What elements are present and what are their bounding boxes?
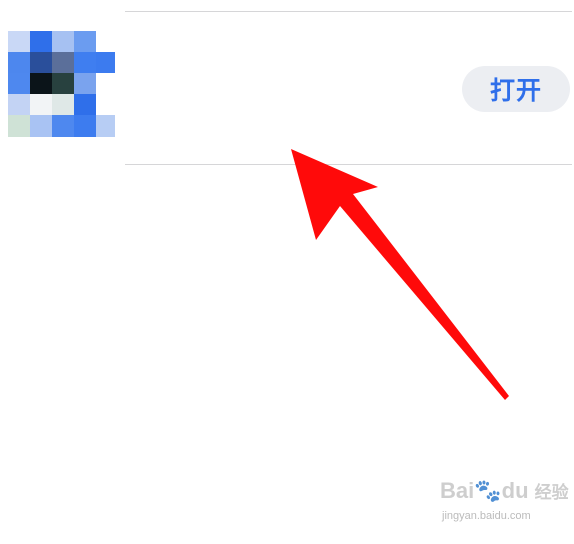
icon-pixel	[8, 94, 30, 115]
divider-top	[125, 11, 572, 12]
icon-pixel	[8, 52, 30, 73]
icon-pixel	[30, 31, 52, 52]
divider-bottom	[125, 164, 572, 165]
watermark-url: jingyan.baidu.com	[442, 510, 531, 522]
icon-pixel	[52, 94, 74, 115]
open-button[interactable]: 打开	[462, 66, 570, 112]
watermark-brand: Bai🐾du 经验	[440, 478, 569, 503]
icon-pixel	[52, 52, 74, 73]
icon-pixel	[30, 115, 52, 137]
icon-pixel	[52, 31, 74, 52]
icon-pixel	[30, 94, 52, 115]
icon-pixel	[74, 31, 96, 52]
icon-pixel	[30, 52, 52, 73]
icon-pixel	[74, 52, 96, 73]
icon-pixel	[52, 115, 74, 137]
icon-pixel	[74, 115, 96, 137]
icon-pixel	[30, 73, 52, 94]
paw-icon: 🐾	[474, 478, 502, 503]
icon-pixel	[8, 115, 30, 137]
icon-pixel	[74, 94, 96, 115]
icon-pixel	[96, 52, 115, 73]
arrow-shape	[291, 149, 509, 400]
baidu-jingyan-watermark: Bai🐾du 经验 jingyan.baidu.com	[438, 476, 569, 538]
icon-pixel	[74, 73, 96, 94]
app-icon[interactable]	[8, 31, 115, 137]
icon-pixel	[8, 73, 30, 94]
icon-pixel	[96, 115, 115, 137]
icon-pixel	[52, 73, 74, 94]
icon-pixel	[8, 31, 30, 52]
